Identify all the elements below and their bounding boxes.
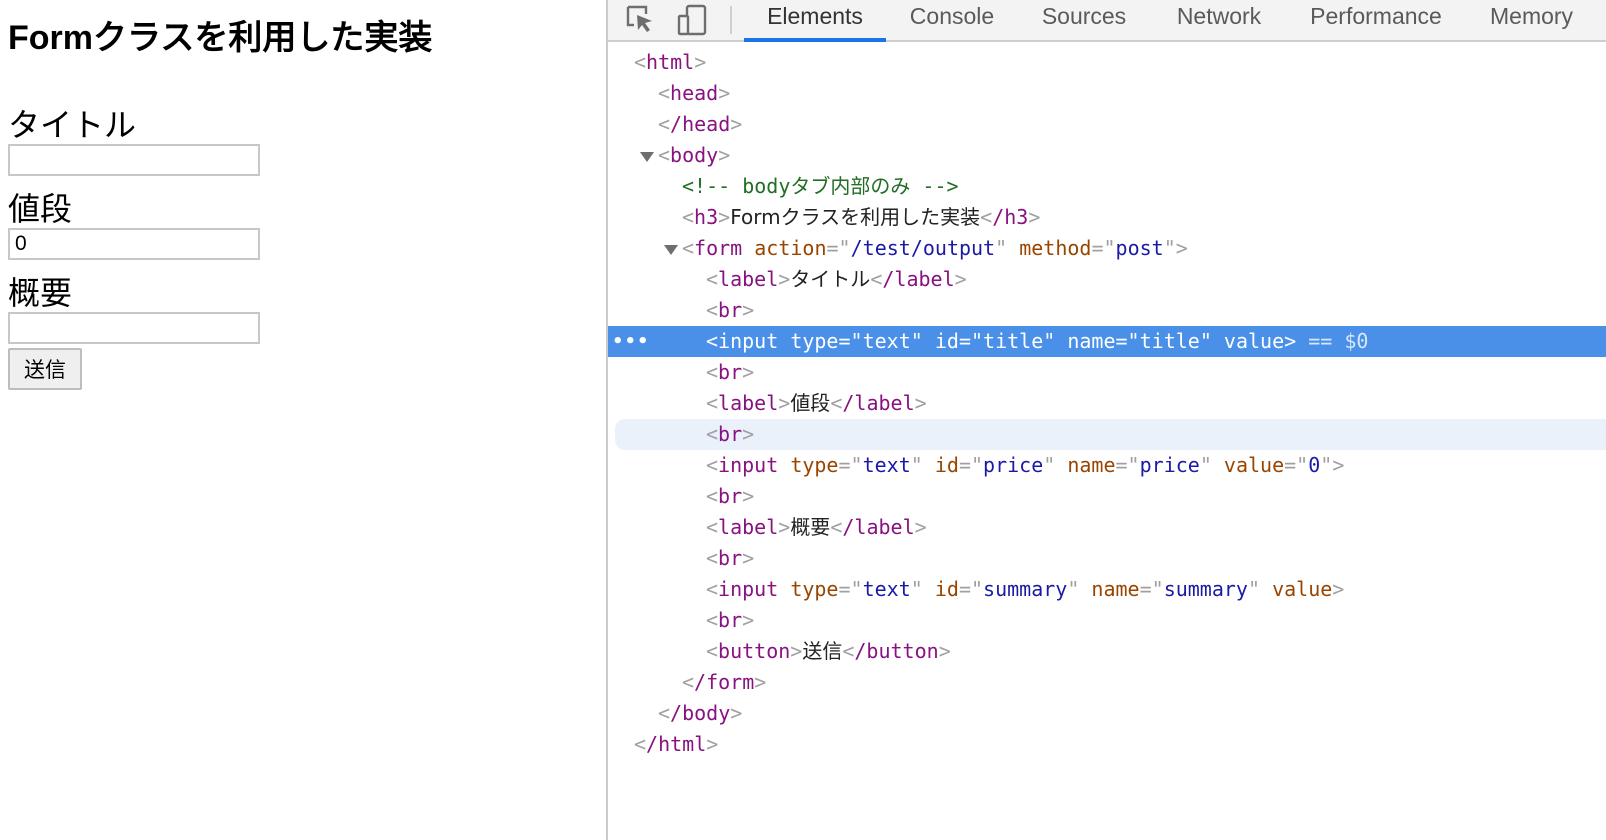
dom-node-label-title[interactable]: <label>タイトル</label> [608,264,1606,295]
dom-node-br[interactable]: <br> [608,295,1606,326]
toolbar-separator [730,6,732,34]
summary-input[interactable] [8,312,260,344]
dom-node-head-open[interactable]: <head> [608,78,1606,109]
dom-node-br[interactable]: <br> [608,357,1606,388]
dom-node-label-summary[interactable]: <label>概要</label> [608,512,1606,543]
page-preview: Formクラスを利用した実装 タイトル 値段 概要 送信 [0,0,606,840]
dom-node-button[interactable]: <button>送信</button> [608,636,1606,667]
title-label: タイトル [8,107,137,143]
page-heading: Formクラスを利用した実装 [8,19,433,57]
devtools-panel: Elements Console Sources Network Perform… [606,0,1606,840]
dom-node-br-hovered[interactable]: <br> [615,419,1606,450]
tab-elements[interactable]: Elements [744,0,886,40]
expand-triangle-icon[interactable] [640,152,654,162]
dom-node-body-open[interactable]: <body> [608,140,1606,171]
dom-node-input-summary[interactable]: <input type="text" id="summary" name="su… [608,574,1606,605]
dom-node-input-title-selected[interactable]: ••• <input type="text" id="title" name="… [608,326,1606,357]
submit-button[interactable]: 送信 [8,348,82,390]
dom-node-form-close[interactable]: </form> [608,667,1606,698]
device-toolbar-icon[interactable] [676,3,710,37]
dom-node-label-price[interactable]: <label>値段</label> [608,388,1606,419]
tab-console[interactable]: Console [908,0,996,40]
dom-node-html-open[interactable]: <html> [608,47,1606,78]
dom-node-input-price[interactable]: <input type="text" id="price" name="pric… [608,450,1606,481]
price-label: 値段 [8,191,73,227]
dom-node-form-open[interactable]: <form action="/test/output" method="post… [608,233,1606,264]
expand-triangle-icon[interactable] [664,245,678,255]
active-tab-indicator [744,38,886,42]
dom-node-br[interactable]: <br> [608,605,1606,636]
dom-node-h3[interactable]: <h3>Formクラスを利用した実装</h3> [608,202,1606,233]
price-input[interactable] [8,228,260,260]
tab-network[interactable]: Network [1174,0,1264,40]
dom-node-html-close[interactable]: </html> [608,729,1606,760]
more-options-icon[interactable]: ••• [612,326,650,357]
title-input[interactable] [8,144,260,176]
tab-performance[interactable]: Performance [1308,0,1444,40]
dom-node-head-close[interactable]: </head> [608,109,1606,140]
selected-marker: == $0 [1308,329,1369,353]
devtools-toolbar: Elements Console Sources Network Perform… [608,0,1606,42]
dom-node-br[interactable]: <br> [608,481,1606,512]
inspect-element-icon[interactable] [624,3,658,37]
dom-node-comment[interactable]: <!-- bodyタブ内部のみ --> [608,171,1606,202]
summary-label: 概要 [8,275,73,311]
dom-node-body-close[interactable]: </body> [608,698,1606,729]
dom-node-br[interactable]: <br> [608,543,1606,574]
tab-memory[interactable]: Memory [1490,0,1590,40]
tab-sources[interactable]: Sources [1040,0,1128,40]
